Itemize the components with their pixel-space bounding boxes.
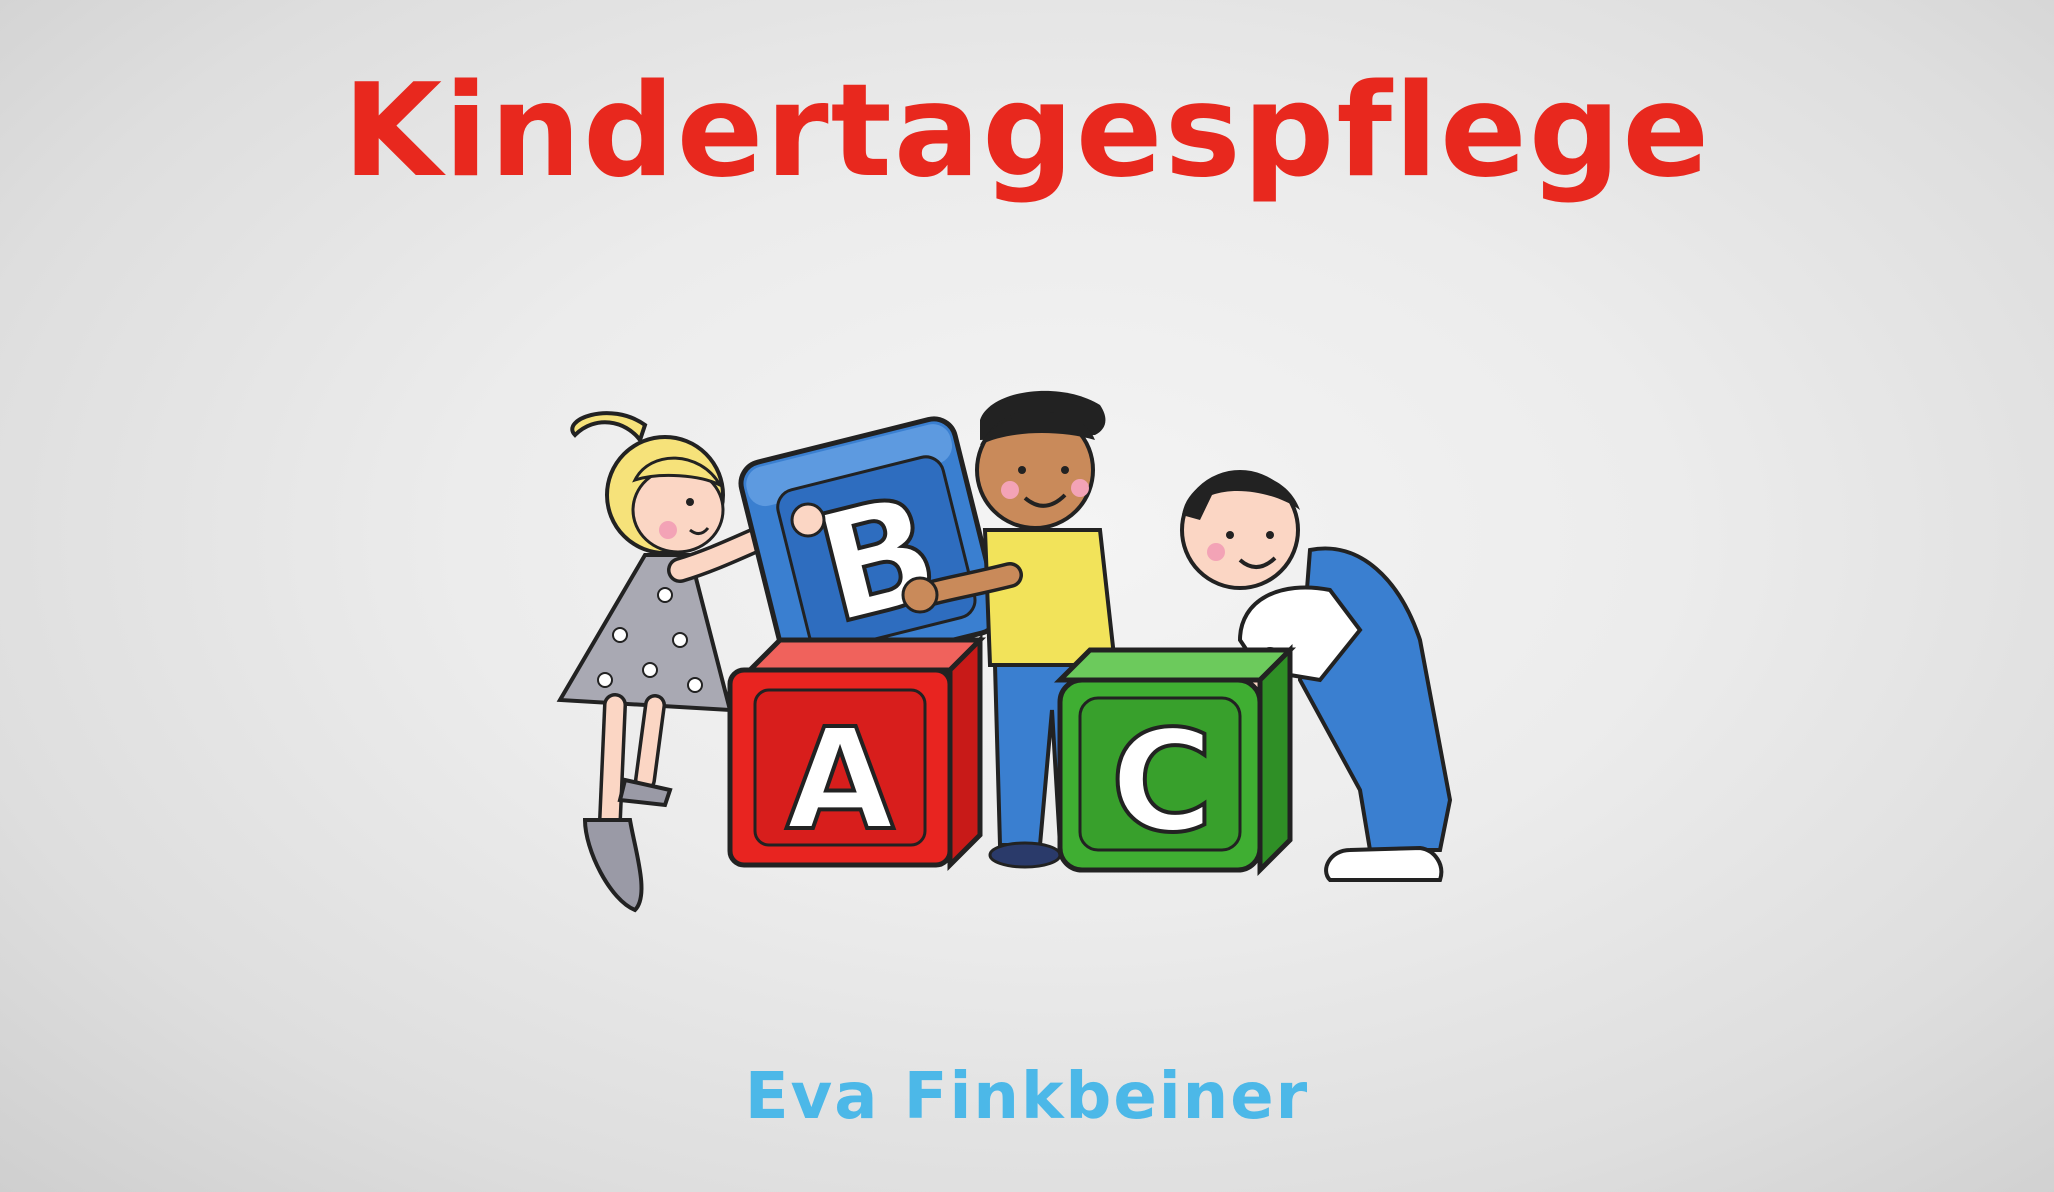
children-abc-blocks-illustration: B A C [556, 390, 1453, 913]
block-a-letter: A [786, 699, 894, 862]
caregiver-name: Eva Finkbeiner [744, 1060, 1310, 1134]
block-c-letter: C [1111, 701, 1214, 864]
block-a: A [727, 633, 987, 872]
sign-title: Kindertagespflege [342, 57, 1712, 206]
